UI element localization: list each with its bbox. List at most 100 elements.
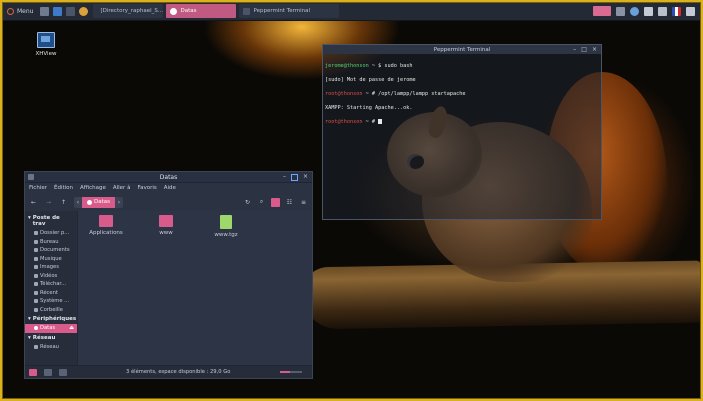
places-sidebar: ▾ Poste de trav Dossier p... Bureau Docum…: [25, 211, 78, 366]
eject-icon[interactable]: ⏏: [69, 325, 74, 331]
menu-button[interactable]: Menu: [2, 2, 38, 20]
image-viewer-icon: [37, 32, 55, 48]
menu-edition[interactable]: Édition: [54, 185, 73, 191]
network-icon: [34, 344, 38, 349]
places-toggle-icon[interactable]: [29, 368, 37, 376]
sidebar-item-downloads[interactable]: Téléchar...: [25, 280, 77, 289]
search-icon[interactable]: ⌕: [257, 198, 266, 207]
file-manager-window[interactable]: Datas – × Fichier Édition Affichage Alle…: [24, 171, 313, 379]
home-icon: [34, 231, 38, 236]
network-icon[interactable]: [630, 6, 639, 16]
sidebar-hide-icon[interactable]: [59, 368, 67, 376]
task-terminal[interactable]: Peppermint Terminal: [239, 4, 340, 18]
close-icon[interactable]: ×: [303, 173, 308, 181]
task-label: Datas: [180, 8, 197, 14]
maximize-icon[interactable]: □: [581, 46, 587, 53]
minimize-icon[interactable]: –: [283, 173, 286, 181]
user-icon[interactable]: [686, 6, 695, 16]
harddisk-icon: [34, 299, 38, 304]
pictures-icon: [34, 265, 38, 270]
clock-icon: [34, 290, 38, 295]
file-label: www: [159, 230, 173, 236]
tree-toggle-icon[interactable]: [44, 368, 52, 376]
terminal-launcher-icon[interactable]: [66, 6, 76, 16]
breadcrumb-left-icon[interactable]: ‹: [74, 199, 82, 206]
status-bar: 3 éléments, espace disponible : 29,0 Go: [25, 365, 312, 378]
sidebar-item-videos[interactable]: Vidéos: [25, 272, 77, 281]
menu-affichage[interactable]: Affichage: [80, 185, 106, 191]
back-arrow-icon[interactable]: ←: [29, 198, 38, 207]
drive-icon: [87, 199, 92, 205]
sidebar-item-trash[interactable]: Corbeille: [25, 306, 77, 315]
terminal-line: root@thonson ~ #: [325, 119, 599, 126]
drive-icon: [170, 7, 178, 15]
close-icon[interactable]: ×: [592, 46, 597, 53]
compact-view-icon[interactable]: ☷: [285, 198, 294, 207]
maximize-icon[interactable]: [290, 174, 298, 181]
battery-icon[interactable]: [644, 6, 653, 16]
file-view[interactable]: Applications www www.tgz: [78, 211, 312, 366]
minimize-icon[interactable]: –: [573, 46, 576, 53]
system-tray: [593, 6, 701, 16]
keyboard-layout-flag-icon[interactable]: [672, 6, 681, 16]
reload-icon[interactable]: ↻: [243, 198, 252, 207]
menu-favoris[interactable]: Favoris: [137, 185, 156, 191]
menu-fichier[interactable]: Fichier: [29, 185, 47, 191]
file-item-www[interactable]: www: [146, 215, 186, 236]
file-item-applications[interactable]: Applications: [86, 215, 126, 236]
icon-view-button[interactable]: [271, 197, 280, 207]
file-manager-launcher-icon[interactable]: [53, 6, 63, 16]
sidebar-header-devices: ▾ Périphériques: [28, 316, 77, 322]
file-manager-titlebar[interactable]: Datas – ×: [25, 172, 312, 183]
toolbar: ← → ↑ ‹ Datas › ↻ ⌕ ☷ ≡: [25, 193, 312, 212]
sidebar-item-network[interactable]: Réseau: [25, 343, 77, 352]
terminal-line: [sudo] Mot de passe de jerome: [325, 77, 416, 83]
desktop-icon-xhview[interactable]: XHView: [28, 32, 64, 57]
videos-icon: [34, 273, 38, 278]
terminal-output[interactable]: jerome@thonson ~ $ sudo bash [sudo] Mot …: [323, 54, 601, 142]
zoom-slider[interactable]: [280, 371, 302, 373]
file-label: www.tgz: [214, 232, 238, 238]
clipboard-icon[interactable]: [616, 6, 625, 16]
zoom-slider-fill: [280, 371, 290, 373]
archive-icon: [220, 215, 232, 229]
folder-icon: [159, 215, 173, 227]
list-view-icon[interactable]: ≡: [299, 198, 308, 207]
file-item-www-tgz[interactable]: www.tgz: [206, 215, 246, 238]
sidebar-item-music[interactable]: Musique: [25, 255, 77, 264]
menu-label: Menu: [17, 7, 34, 15]
folder-icon: [99, 215, 113, 227]
breadcrumb-current[interactable]: Datas: [82, 196, 115, 208]
terminal-title: Peppermint Terminal: [433, 46, 491, 53]
sidebar-item-home[interactable]: Dossier p...: [25, 229, 77, 238]
task-label: Peppermint Terminal: [253, 8, 311, 14]
menu-aller[interactable]: Aller à: [113, 185, 131, 191]
browser-launcher-icon[interactable]: [79, 6, 89, 16]
terminal-window[interactable]: Peppermint Terminal – □ × jerome@thonson…: [322, 44, 602, 220]
peppermint-logo-icon: [7, 7, 14, 15]
sidebar-item-datas[interactable]: Datas ⏏: [25, 324, 77, 333]
menu-bar: Fichier Édition Affichage Aller à Favori…: [25, 183, 312, 193]
breadcrumb-label: Datas: [94, 199, 110, 205]
forward-arrow-icon[interactable]: →: [44, 198, 53, 207]
show-desktop-icon[interactable]: [40, 6, 50, 16]
breadcrumb: ‹ Datas ›: [74, 196, 123, 208]
menu-aide[interactable]: Aide: [164, 185, 176, 191]
sidebar-header-network: ▾ Réseau: [28, 334, 56, 341]
terminal-icon: [243, 7, 251, 15]
file-manager-body: ▾ Poste de trav Dossier p... Bureau Docum…: [25, 211, 312, 366]
up-arrow-icon[interactable]: ↑: [59, 198, 68, 207]
task-label: [Directory_raphael_S...: [100, 8, 164, 14]
breadcrumb-right-icon[interactable]: ›: [115, 199, 123, 206]
window-menu-icon[interactable]: [28, 174, 34, 180]
task-directory[interactable]: [Directory_raphael_S...: [93, 4, 164, 18]
sidebar-item-desktop[interactable]: Bureau: [25, 238, 77, 247]
sidebar-item-filesystem[interactable]: Système ...: [25, 297, 77, 306]
terminal-titlebar[interactable]: Peppermint Terminal – □ ×: [323, 45, 601, 54]
sidebar-item-pictures[interactable]: Images: [25, 263, 77, 272]
task-datas[interactable]: Datas: [166, 4, 237, 18]
workspace-switcher[interactable]: [593, 6, 611, 16]
volume-icon[interactable]: [658, 6, 667, 16]
sidebar-item-recent[interactable]: Récent: [25, 289, 77, 298]
sidebar-item-documents[interactable]: Documents: [25, 246, 77, 255]
